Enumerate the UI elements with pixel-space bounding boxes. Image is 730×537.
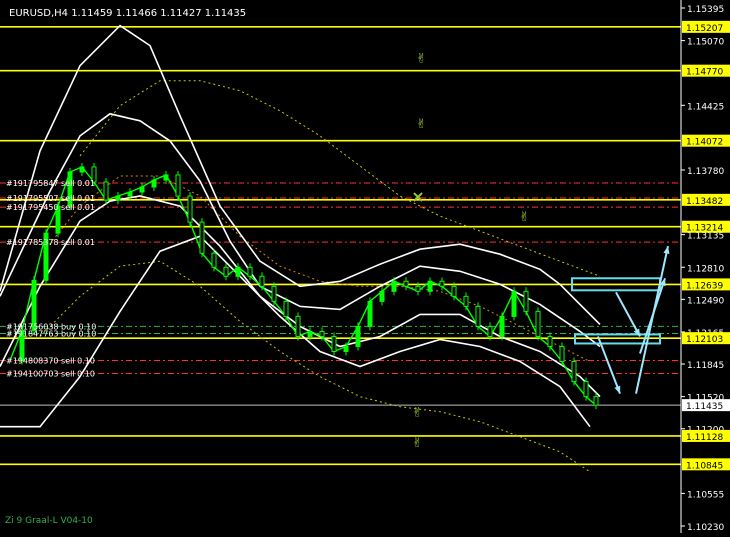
candle-body <box>499 315 505 337</box>
candle-body <box>439 280 445 287</box>
thumbs-up-icon: ✌ <box>412 406 423 421</box>
order-label: #191795450 sell 0.01 <box>6 203 95 212</box>
indicator-label: Zi 9 Graal-L V04-10 <box>5 516 93 526</box>
thumbs-up-icon: ✌ <box>416 117 427 132</box>
candle-body <box>379 290 385 302</box>
candle-body <box>547 335 553 347</box>
candle-body <box>355 325 361 347</box>
candle-body <box>175 174 181 197</box>
candle-body <box>79 166 85 173</box>
order-label: #194100703 sell 0.10 <box>6 370 95 379</box>
price-axis-tick-label: 1.12810 <box>687 264 724 274</box>
candle-body <box>451 285 457 297</box>
candle-body <box>487 325 493 337</box>
candle-body <box>535 310 541 337</box>
candle-body <box>259 275 265 287</box>
price-chart[interactable]: ✌ ✌ ✌ ✌ ✌ #191795847 sell 0.01 #191795507 sel… <box>0 0 730 533</box>
chart-canvas[interactable]: ✌ ✌ ✌ ✌ ✌ #191795847 sell 0.01 #191795507 sel… <box>0 0 730 533</box>
price-axis-tick-label: 1.15395 <box>687 5 724 15</box>
price-axis: 1.153951.150701.144251.137801.131351.128… <box>680 0 730 533</box>
level-price-label: 1.15207 <box>686 24 723 34</box>
level-price-label: 1.14072 <box>686 138 723 148</box>
candle-body <box>427 280 433 292</box>
candle-body <box>211 252 217 268</box>
candle-body <box>475 305 481 327</box>
candle-body <box>511 290 517 317</box>
level-price-label: 1.12639 <box>686 281 723 291</box>
candle-body <box>331 335 337 352</box>
candle-body <box>199 221 205 254</box>
candle-body <box>593 396 599 406</box>
chart-title: EURUSD,H4 1.11459 1.11466 1.11427 1.1143… <box>9 8 246 19</box>
thumbs-up-icon: ✌ <box>519 210 530 225</box>
level-price-label: 1.11128 <box>686 433 723 443</box>
candle-body <box>139 186 145 193</box>
candle-body <box>343 345 349 352</box>
bid-price-label: 1.11435 <box>686 402 723 412</box>
chart-background <box>0 0 730 533</box>
candle-body <box>271 285 277 302</box>
level-price-label: 1.13482 <box>686 197 723 207</box>
level-price-label: 1.13214 <box>686 224 723 234</box>
candle-body <box>295 315 301 337</box>
candle-body <box>403 280 409 287</box>
thumbs-up-icon: ✌ <box>412 436 423 451</box>
price-axis-tick-label: 1.10230 <box>687 523 724 533</box>
candle-body <box>115 195 121 201</box>
price-axis-tick-label: 1.15070 <box>687 38 724 48</box>
candle-body <box>559 345 565 363</box>
level-price-label: 1.14770 <box>686 68 723 78</box>
level-price-label: 1.10845 <box>686 461 723 471</box>
order-label: #191847763 buy 0.10 <box>6 329 96 338</box>
candle-body <box>391 280 397 292</box>
candle-body <box>571 361 577 383</box>
level-price-label: 1.12103 <box>686 335 723 345</box>
candle-body <box>127 191 133 197</box>
candle-body <box>523 290 529 312</box>
candle-body <box>163 174 169 181</box>
candle-body <box>235 266 241 277</box>
candle-body <box>367 300 373 327</box>
price-axis-tick-label: 1.13780 <box>687 167 724 177</box>
candle-body <box>223 266 229 277</box>
candle-body <box>247 266 253 277</box>
price-axis-tick-label: 1.12490 <box>687 296 724 306</box>
candle-body <box>151 179 157 188</box>
price-axis-tick-label: 1.11845 <box>687 361 724 371</box>
candle-body <box>307 330 313 337</box>
candle-body <box>463 295 469 307</box>
order-label: #191795507 sell 0.01 <box>6 194 95 203</box>
candle-body <box>319 330 325 337</box>
order-label: #194808370 sell 0.10 <box>6 357 95 366</box>
candle-body <box>187 195 193 223</box>
order-label: #191785378 sell 0.01 <box>6 238 95 247</box>
candle-body <box>103 181 109 201</box>
candle-body <box>415 285 421 292</box>
order-label: #191795847 sell 0.01 <box>6 179 95 188</box>
candle-body <box>283 300 289 317</box>
candle-body <box>583 381 589 398</box>
price-axis-tick-label: 1.14425 <box>687 102 724 112</box>
thumbs-up-icon: ✌ <box>416 52 427 67</box>
price-axis-tick-label: 1.10555 <box>687 490 724 500</box>
